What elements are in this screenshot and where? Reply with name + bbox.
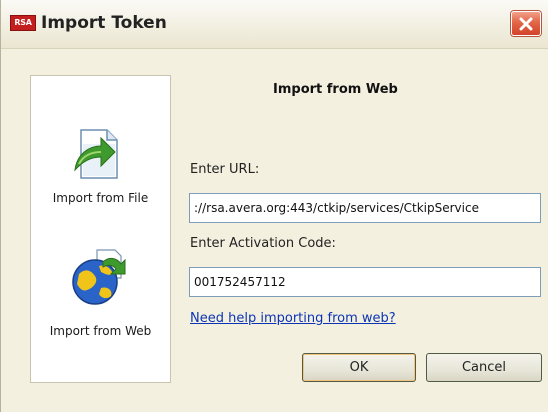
- import-from-file-option[interactable]: Import from File: [31, 126, 170, 216]
- activation-code-input[interactable]: [189, 267, 541, 297]
- url-input[interactable]: [189, 193, 541, 223]
- import-method-panel: Import from File Import from Web: [30, 75, 171, 383]
- section-title: Import from Web: [273, 82, 398, 97]
- import-token-dialog: RSA Import Token Import from File Import…: [0, 0, 548, 412]
- ok-button[interactable]: OK: [302, 353, 416, 382]
- file-import-icon: [74, 129, 118, 179]
- globe-import-icon: [72, 249, 126, 305]
- import-from-file-label: Import from File: [52, 191, 149, 205]
- rsa-logo: RSA: [10, 15, 36, 31]
- close-button[interactable]: [511, 11, 541, 36]
- import-from-web-option[interactable]: Import from Web: [31, 248, 170, 348]
- activation-code-label: Enter Activation Code:: [190, 236, 336, 251]
- help-link[interactable]: Need help importing from web?: [190, 311, 396, 326]
- window-title: Import Token: [41, 13, 167, 33]
- cancel-button[interactable]: Cancel: [426, 353, 542, 382]
- url-label: Enter URL:: [190, 162, 260, 177]
- close-icon: [519, 17, 533, 31]
- import-from-web-label: Import from Web: [49, 324, 152, 338]
- title-bar[interactable]: RSA Import Token: [1, 0, 548, 49]
